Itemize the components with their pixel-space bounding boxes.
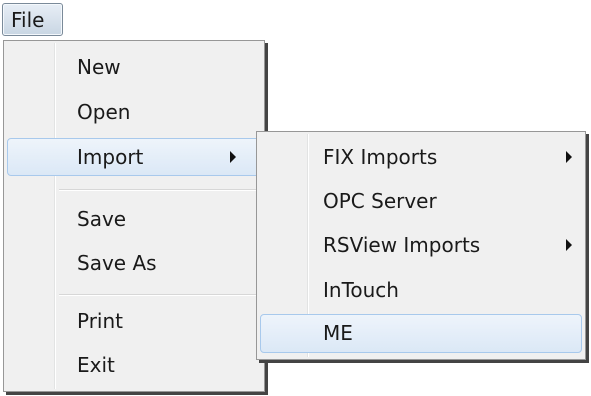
menu-item-new-label: New [77, 55, 121, 79]
menu-item-save-as-label: Save As [77, 251, 157, 275]
menu-item-rsview-imports-label: RSView Imports [323, 233, 481, 257]
file-menu-button[interactable]: File [2, 3, 63, 36]
menu-separator [59, 294, 259, 296]
import-submenu: FIX Imports OPC Server RSView Imports In… [256, 131, 586, 360]
menu-item-open-label: Open [77, 100, 131, 124]
menu-item-open[interactable]: Open [7, 93, 261, 131]
menu-item-me-label: ME [323, 321, 353, 345]
menu-item-save[interactable]: Save [7, 200, 261, 238]
menu-item-exit[interactable]: Exit [7, 346, 261, 384]
menu-item-rsview-imports[interactable]: RSView Imports [260, 226, 582, 264]
file-menu: New Open Import Save Save As Print Exit [3, 40, 265, 392]
menu-item-intouch-label: InTouch [323, 278, 399, 302]
submenu-arrow-icon [566, 239, 572, 251]
menu-item-import[interactable]: Import [7, 138, 261, 176]
submenu-arrow-icon [230, 151, 236, 163]
menu-item-new[interactable]: New [7, 48, 261, 86]
menu-item-save-label: Save [77, 207, 127, 231]
menu-separator [59, 189, 259, 191]
menu-item-print-label: Print [77, 309, 124, 333]
menu-item-me[interactable]: ME [260, 314, 582, 353]
menu-item-fix-imports[interactable]: FIX Imports [260, 138, 582, 176]
file-menu-label: File [11, 8, 45, 32]
menu-item-intouch[interactable]: InTouch [260, 271, 582, 309]
menu-item-save-as[interactable]: Save As [7, 244, 261, 282]
submenu-arrow-icon [566, 151, 572, 163]
menu-item-fix-imports-label: FIX Imports [323, 145, 438, 169]
menu-item-opc-server-label: OPC Server [323, 189, 437, 213]
menu-item-exit-label: Exit [77, 353, 115, 377]
menu-item-opc-server[interactable]: OPC Server [260, 182, 582, 220]
menu-item-import-label: Import [77, 145, 144, 169]
menu-item-print[interactable]: Print [7, 302, 261, 340]
